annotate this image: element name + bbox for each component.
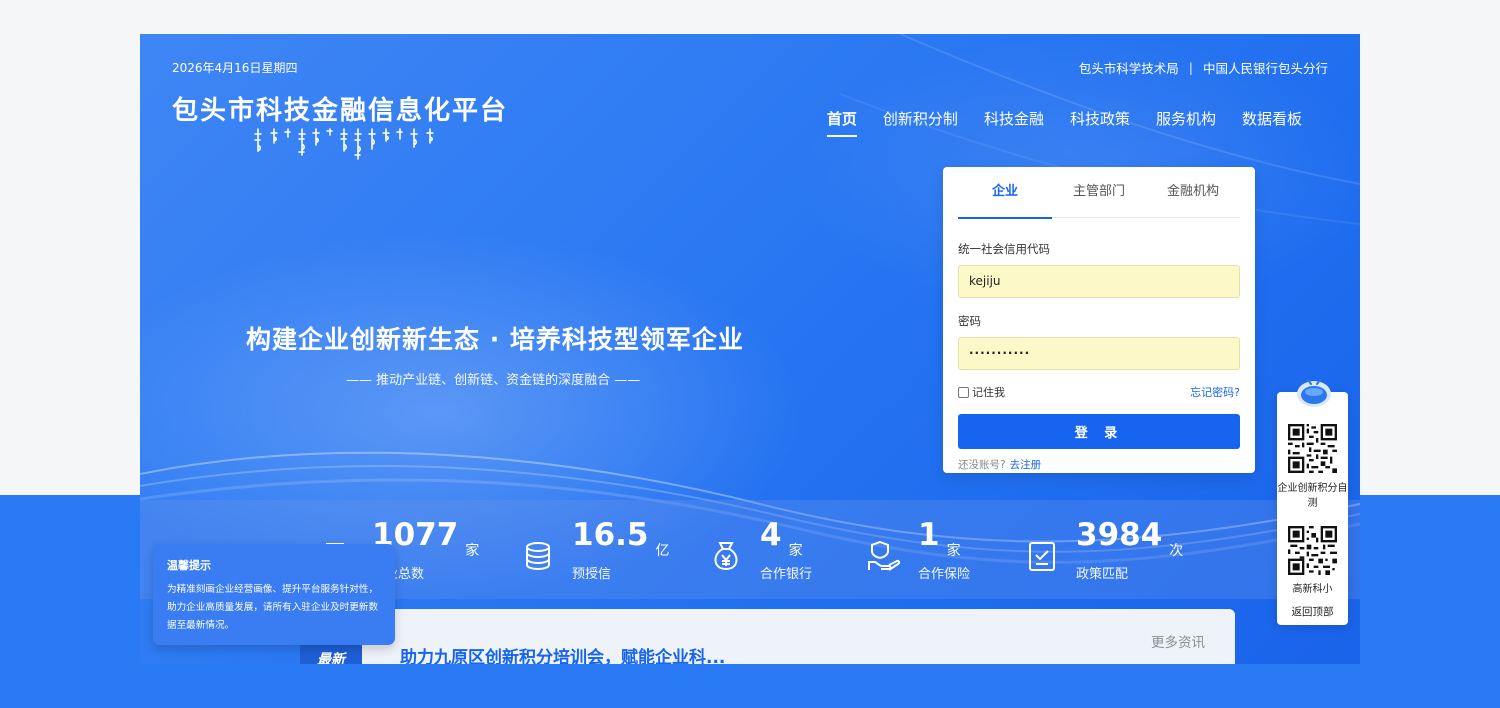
credit-code-label: 统一社会信用代码 (958, 242, 1050, 256)
stat-policy-matches-label: 政策匹配 (1076, 567, 1129, 582)
gov-link-pboc[interactable]: 中国人民银行包头分行 (1203, 58, 1328, 77)
robot-assistant-icon[interactable] (1294, 375, 1334, 409)
remember-me-checkbox[interactable] (958, 386, 969, 398)
money-bag-icon (714, 542, 738, 571)
nav-item-tech-finance[interactable]: 科技金融 (984, 108, 1044, 137)
shield-hand-icon (868, 540, 901, 571)
password-input[interactable]: ··········· (958, 337, 1240, 370)
nav-item-service-agencies[interactable]: 服务机构 (1156, 108, 1216, 137)
stat-partner-insurers-value: 1 (918, 517, 940, 553)
notice-body: 为精准刻画企业经营画像、提升平台服务针对性，助力企业高质量发展，请所有入驻企业及… (167, 584, 379, 631)
hero-subslogan: —— 推动产业链、创新链、资金链的深度融合 —— (346, 373, 641, 388)
notice-popup: 温馨提示 为精准刻画企业经营画像、提升平台服务针对性，助力企业高质量发展，请所有… (153, 544, 395, 645)
tab-authority[interactable]: 主管部门 (1052, 167, 1146, 218)
tab-enterprise-label: 企业 (991, 184, 1018, 199)
stat-policy-matches-value: 3984 (1076, 517, 1163, 553)
remember-me[interactable]: 记住我 (958, 384, 1005, 400)
remember-me-label: 记住我 (972, 386, 1005, 399)
stat-policy-matches-unit: 次 (1169, 543, 1184, 559)
current-date: 2026年4月16日星期四 (172, 61, 298, 75)
stat-partner-banks-label: 合作银行 (760, 567, 813, 582)
news-latest-tag: 最新 (300, 645, 362, 664)
stat-partner-insurers-unit: 家 (946, 543, 961, 559)
tab-authority-label: 主管部门 (1072, 184, 1125, 199)
notice-title: 温馨提示 (167, 559, 211, 572)
more-news-link[interactable]: 更多资讯 (1151, 631, 1205, 651)
nav-item-tech-policy[interactable]: 科技政策 (1070, 108, 1130, 137)
login-options-row: 记住我 忘记密码? (958, 384, 1240, 400)
login-button[interactable]: 登 录 (958, 414, 1240, 449)
hero-slogan: 构建企业创新新生态 · 培养科技型领军企业 (246, 325, 744, 354)
nav-item-home[interactable]: 首页 (826, 108, 857, 137)
qr-code-innovation-test (1288, 424, 1337, 473)
forgot-password-link[interactable]: 忘记密码? (1190, 384, 1240, 400)
register-link[interactable]: 去注册 (1010, 459, 1042, 471)
news-ticker: 最新 助力九原区创新积分培训会，赋能企业科... 更多资讯 (300, 609, 1235, 664)
login-tabs: 企业 主管部门 金融机构 (958, 167, 1240, 219)
nav-item-data-dashboard[interactable]: 数据看板 (1242, 108, 1302, 137)
main-nav: 首页 创新积分制 科技金融 科技政策 服务机构 数据看板 (826, 108, 1302, 137)
qr-code-high-tech (1288, 526, 1337, 575)
stat-enterprises-unit: 家 (465, 543, 480, 559)
gov-links: 包头市科学技术局 | 中国人民银行包头分行 (1079, 58, 1328, 77)
gov-link-tech-bureau[interactable]: 包头市科学技术局 (1079, 58, 1179, 77)
site-title: 包头市科技金融信息化平台 (172, 96, 509, 126)
register-prompt: 还没账号? (958, 459, 1006, 471)
news-headline[interactable]: 助力九原区创新积分培训会，赋能企业科... (400, 643, 725, 664)
qr-label-innovation-test: 企业创新积分自测 (1277, 483, 1348, 509)
checklist-icon (1029, 542, 1055, 571)
stat-partner-insurers-label: 合作保险 (918, 567, 971, 582)
stat-pre-credit-value: 16.5 (572, 517, 649, 553)
stat-partner-insurers: 1家 合作保险 (866, 520, 970, 582)
password-label: 密码 (958, 314, 981, 328)
tab-financial-institution[interactable]: 金融机构 (1146, 167, 1240, 218)
credit-code-input[interactable]: kejiju (958, 265, 1240, 298)
tab-enterprise[interactable]: 企业 (958, 167, 1052, 219)
register-row: 还没账号? 去注册 (958, 457, 1240, 472)
stat-pre-credit-unit: 亿 (655, 543, 670, 559)
qr-label-high-tech: 高新科小 (1292, 584, 1333, 595)
login-panel: 企业 主管部门 金融机构 统一社会信用代码 kejiju 密码 ········… (943, 167, 1255, 473)
stat-partner-banks-unit: 家 (788, 543, 803, 559)
back-to-top-button[interactable]: 返回顶部 (1277, 604, 1348, 619)
stat-pre-credit: 16.5 亿 预授信 (520, 520, 670, 582)
stat-policy-matches: 3984 次 政策匹配 (1024, 520, 1183, 582)
gov-links-separator: | (1188, 60, 1193, 75)
coin-stack-icon (526, 542, 550, 571)
stat-pre-credit-label: 预授信 (572, 567, 612, 582)
stat-partner-banks-value: 4 (760, 517, 782, 553)
tab-financial-institution-label: 金融机构 (1166, 184, 1219, 199)
mongolian-script-logo (254, 128, 434, 160)
stat-partner-banks: 4家 合作银行 (708, 520, 812, 582)
nav-item-innovation-points[interactable]: 创新积分制 (883, 108, 958, 137)
